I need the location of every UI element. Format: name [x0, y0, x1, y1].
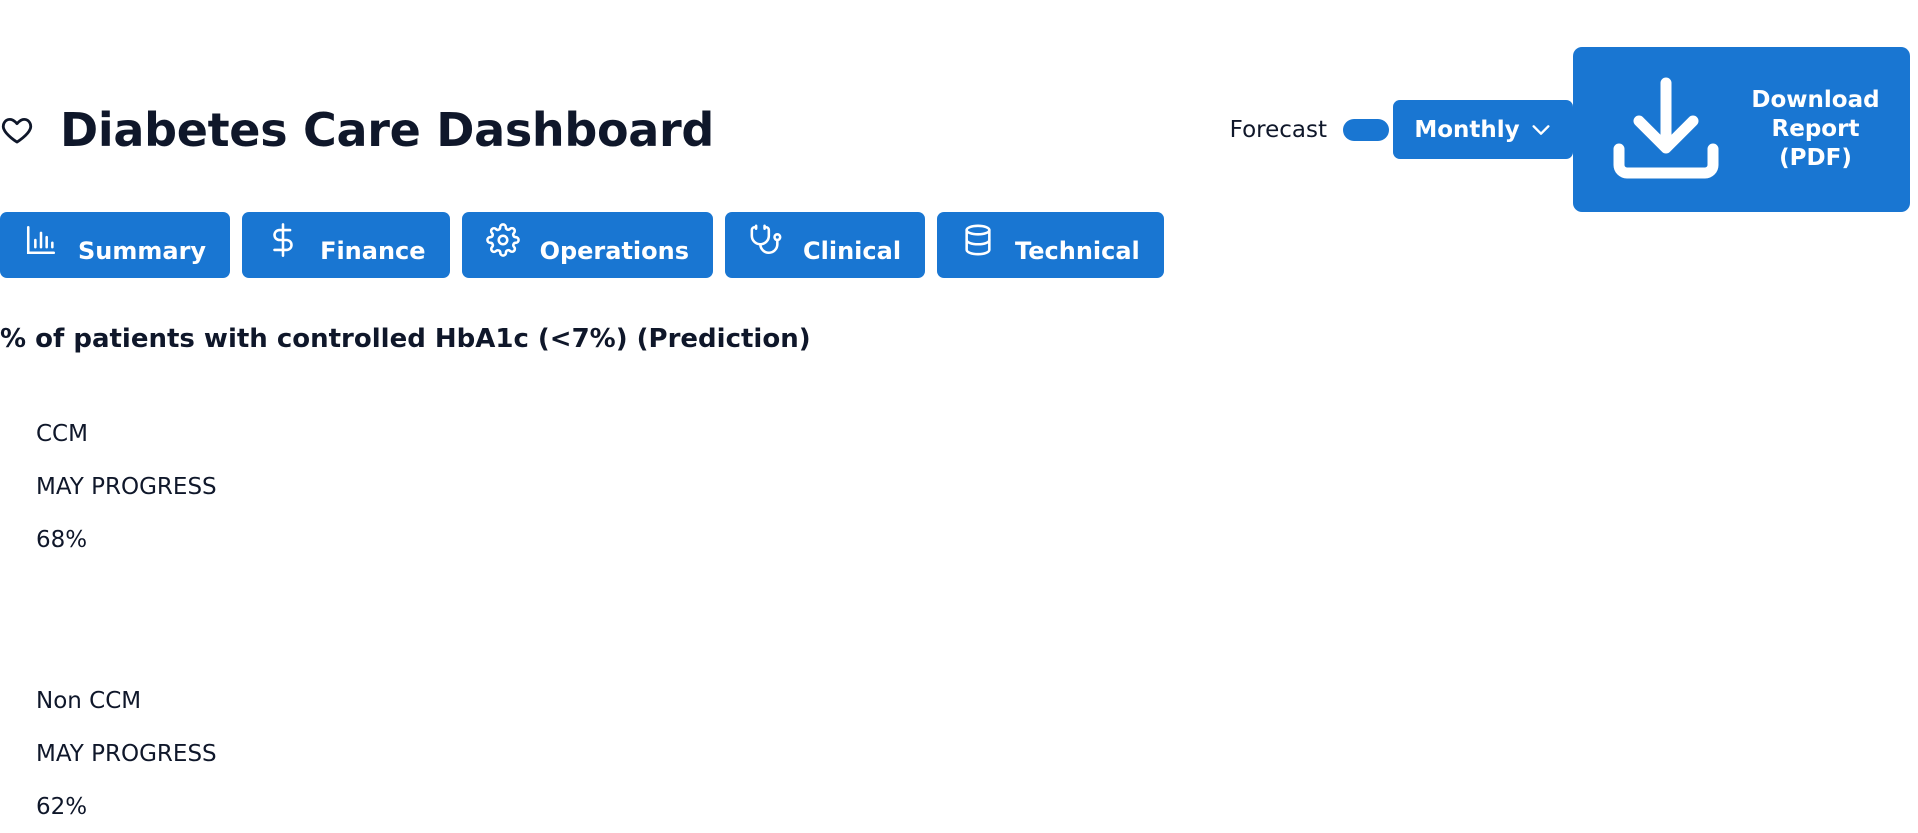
group-name: Non CCM: [36, 688, 142, 714]
section-title: % of patients with controlled HbA1c (<7%…: [0, 324, 811, 354]
tab-summary[interactable]: Summary: [0, 212, 231, 278]
forecast-label: Forecast: [1229, 116, 1327, 143]
tab-label: Operations: [539, 237, 690, 265]
stethoscope-icon: [749, 223, 783, 257]
group-period: MAY PROGRESS: [36, 474, 217, 500]
dashboard-page: Diabetes Care Dashboard Forecast Monthly…: [0, 0, 1918, 833]
tab-label: Summary: [78, 237, 207, 265]
tab-technical[interactable]: Technical: [937, 212, 1164, 278]
group-period: MAY PROGRESS: [36, 741, 217, 767]
nav-tabs: Summary Finance Operations Clinical Tech…: [0, 212, 1164, 278]
database-icon: [961, 223, 995, 257]
page-title: Diabetes Care Dashboard: [60, 103, 715, 157]
bar-chart-icon: [24, 223, 58, 257]
forecast-toggle[interactable]: [1343, 118, 1389, 141]
ccm-metric: CCM MAY PROGRESS 68%: [36, 408, 217, 567]
group-value: 68%: [36, 527, 88, 553]
tab-label: Technical: [1015, 237, 1140, 265]
period-select[interactable]: Monthly: [1393, 100, 1573, 159]
tab-finance[interactable]: Finance: [242, 212, 450, 278]
chevron-down-icon: [1530, 119, 1552, 141]
dollar-icon: [266, 223, 300, 257]
group-value: 62%: [36, 794, 88, 820]
group-name: CCM: [36, 421, 88, 447]
page-header: Diabetes Care Dashboard: [0, 100, 714, 160]
gear-icon: [485, 223, 520, 257]
tab-label: Finance: [320, 237, 426, 265]
tab-operations[interactable]: Operations: [461, 212, 714, 278]
tab-clinical[interactable]: Clinical: [725, 212, 926, 278]
header-controls: Forecast Monthly Download Report (PDF): [1230, 47, 1910, 212]
tab-label: Clinical: [803, 237, 902, 265]
non-ccm-metric: Non CCM MAY PROGRESS 62%: [36, 675, 217, 833]
download-icon: [1611, 75, 1721, 185]
heart-icon: [0, 113, 34, 147]
download-report-button[interactable]: Download Report (PDF): [1573, 47, 1910, 212]
download-report-label: Download Report (PDF): [1751, 87, 1880, 171]
period-select-value: Monthly: [1414, 116, 1520, 143]
